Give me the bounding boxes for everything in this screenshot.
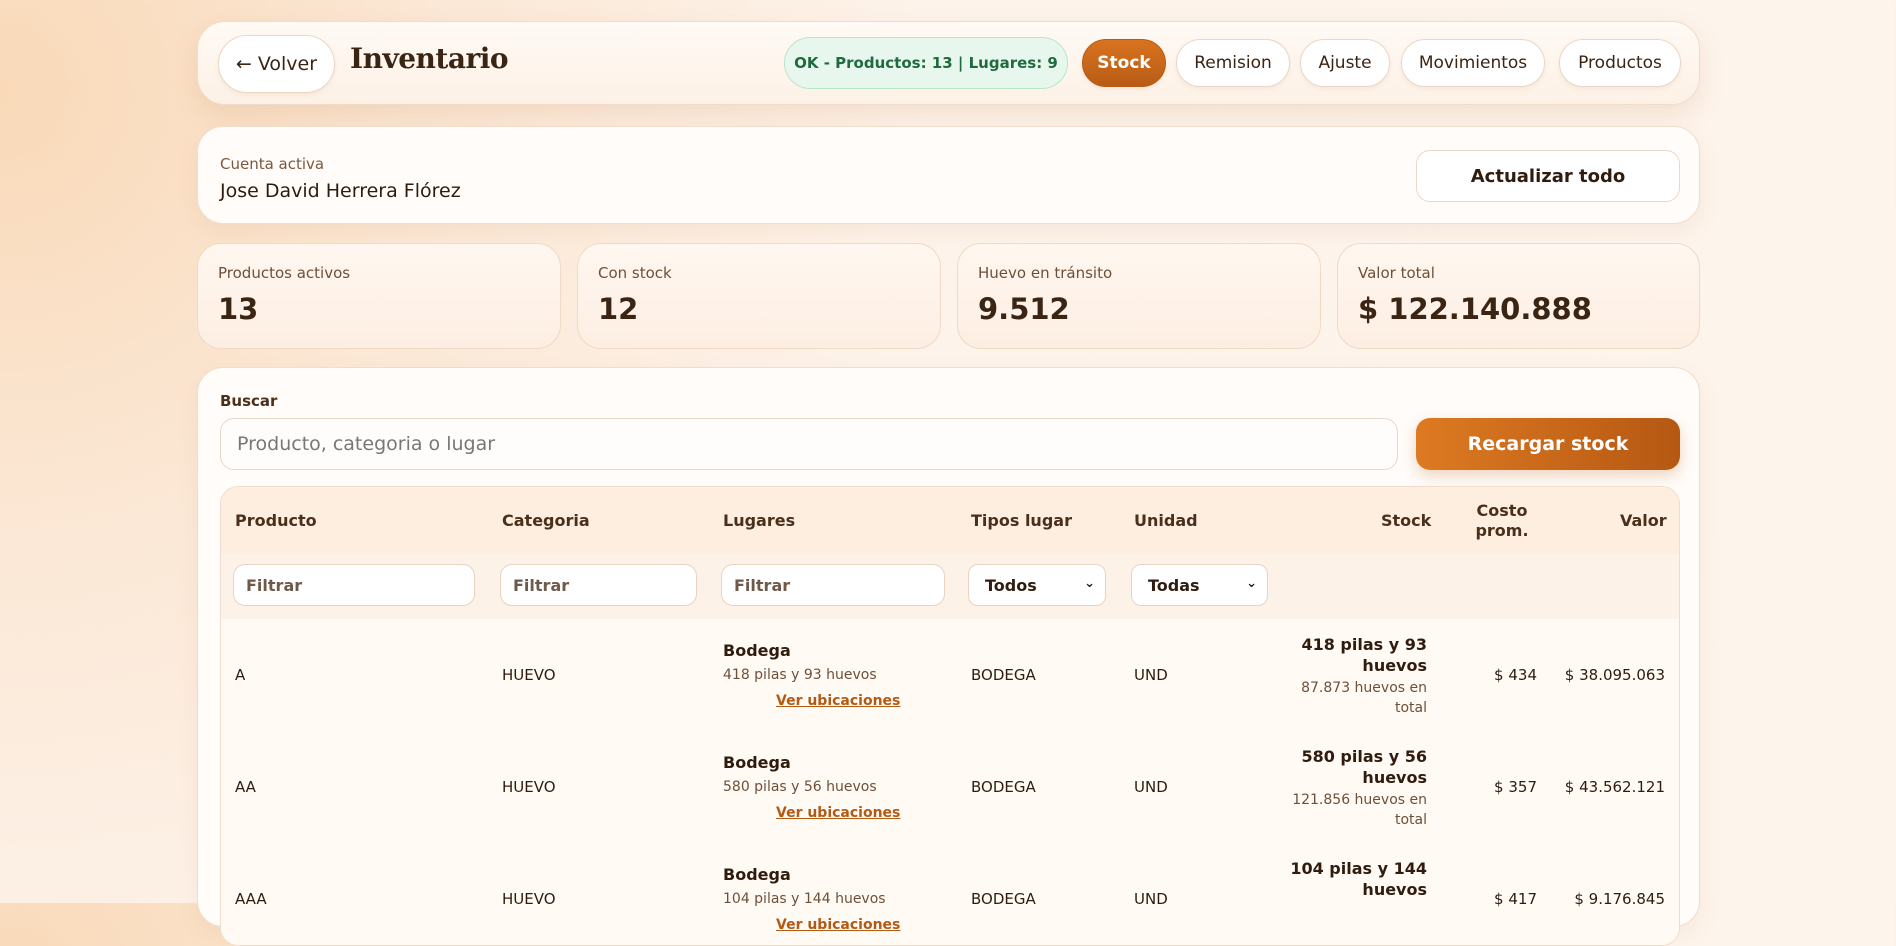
tab-ajuste[interactable]: Ajuste [1300,39,1390,87]
account-card: Cuenta activa Jose David Herrera Flórez … [197,126,1700,224]
tipos-lugar-select[interactable]: Todos ⌄ [968,564,1106,606]
chevron-down-icon: ⌄ [1246,576,1257,591]
ver-ubicaciones-link[interactable]: Ver ubicaciones [776,917,900,933]
cell-tipo-lugar: BODEGA [971,778,1036,796]
header-valor[interactable]: Valor [1620,511,1667,530]
tipos-lugar-value: Todos [985,575,1037,595]
cell-costo: $ 434 [1494,666,1537,684]
refresh-all-button[interactable]: Actualizar todo [1416,150,1680,202]
cell-costo: $ 357 [1494,778,1537,796]
cell-stock: 418 pilas y 93 huevos [1301,635,1427,675]
header-unidad[interactable]: Unidad [1134,511,1198,530]
stock-panel: Buscar Recargar stock Producto Categoria… [197,367,1700,946]
stock-table: Producto Categoria Lugares Tipos lugar U… [220,486,1680,946]
header-stock[interactable]: Stock [1381,511,1431,530]
reload-stock-button[interactable]: Recargar stock [1416,418,1680,470]
cell-valor: $ 43.562.121 [1564,778,1665,796]
ver-ubicaciones-link[interactable]: Ver ubicaciones [776,805,900,821]
header-lugares[interactable]: Lugares [723,511,795,530]
page-title: Inventario [350,42,509,75]
cell-lugar: Bodega [723,641,791,660]
tab-productos[interactable]: Productos [1559,39,1681,87]
top-bar: ← Volver Inventario OK - Productos: 13 |… [197,21,1700,105]
filter-row: Todos ⌄ Todas ⌄ [221,554,1679,620]
header-tipos-lugar[interactable]: Tipos lugar [971,511,1072,530]
table-row: AAA HUEVO Bodega 104 pilas y 144 huevos … [221,843,1679,945]
tab-remision[interactable]: Remision [1176,39,1290,87]
status-badge: OK - Productos: 13 | Lugares: 9 [784,37,1068,89]
filter-categoria-input[interactable] [500,564,697,606]
account-name: Jose David Herrera Flórez [220,180,461,202]
stat-label: Valor total [1358,264,1435,282]
cell-stock: 580 pilas y 56 huevos [1301,747,1427,787]
stat-value: 13 [218,292,259,326]
back-button[interactable]: ← Volver [218,35,335,93]
cell-valor: $ 38.095.063 [1564,666,1665,684]
tab-stock[interactable]: Stock [1082,39,1166,87]
table-row: AA HUEVO Bodega 580 pilas y 56 huevos Ve… [221,731,1679,844]
filter-producto-input[interactable] [233,564,475,606]
unidad-value: Todas [1148,575,1200,595]
stat-card-huevo-transito: Huevo en tránsito 9.512 [957,243,1321,349]
cell-producto: A [235,666,246,684]
stat-value: 12 [598,292,639,326]
cell-lugar-detalle: 418 pilas y 93 huevos [723,667,877,683]
account-label: Cuenta activa [220,155,325,173]
cell-tipo-lugar: BODEGA [971,666,1036,684]
stat-label: Huevo en tránsito [978,264,1113,282]
cell-categoria: HUEVO [502,666,556,684]
chevron-down-icon: ⌄ [1084,576,1095,591]
cell-unidad: UND [1134,778,1168,796]
search-label: Buscar [220,392,278,410]
cell-valor: $ 9.176.845 [1574,890,1665,908]
header-costo-prom[interactable]: Costo prom. [1467,501,1537,541]
header-categoria[interactable]: Categoria [502,511,590,530]
cell-lugar: Bodega [723,753,791,772]
cell-tipo-lugar: BODEGA [971,890,1036,908]
cell-producto: AAA [235,890,267,908]
stat-label: Con stock [598,264,672,282]
unidad-select[interactable]: Todas ⌄ [1131,564,1268,606]
stat-card-con-stock: Con stock 12 [577,243,941,349]
stat-label: Productos activos [218,264,351,282]
cell-unidad: UND [1134,666,1168,684]
cell-unidad: UND [1134,890,1168,908]
stat-card-productos-activos: Productos activos 13 [197,243,561,349]
table-row: A HUEVO Bodega 418 pilas y 93 huevos Ver… [221,619,1679,732]
cell-categoria: HUEVO [502,778,556,796]
table-header: Producto Categoria Lugares Tipos lugar U… [221,487,1679,555]
stat-value: 9.512 [978,292,1070,326]
cell-producto: AA [235,778,256,796]
stat-value: $ 122.140.888 [1358,292,1592,326]
cell-lugar: Bodega [723,865,791,884]
cell-stock-total: 87.873 huevos en total [1301,680,1427,716]
cell-stock: 104 pilas y 144 huevos [1290,859,1427,899]
filter-lugares-input[interactable] [721,564,945,606]
tab-movimientos[interactable]: Movimientos [1401,39,1545,87]
search-input[interactable] [220,418,1398,470]
cell-lugar-detalle: 104 pilas y 144 huevos [723,891,886,907]
stat-card-valor-total: Valor total $ 122.140.888 [1337,243,1700,349]
cell-costo: $ 417 [1494,890,1537,908]
header-producto[interactable]: Producto [235,511,317,530]
ver-ubicaciones-link[interactable]: Ver ubicaciones [776,693,900,709]
cell-stock-total: 121.856 huevos en total [1292,792,1427,828]
cell-lugar-detalle: 580 pilas y 56 huevos [723,779,877,795]
cell-categoria: HUEVO [502,890,556,908]
